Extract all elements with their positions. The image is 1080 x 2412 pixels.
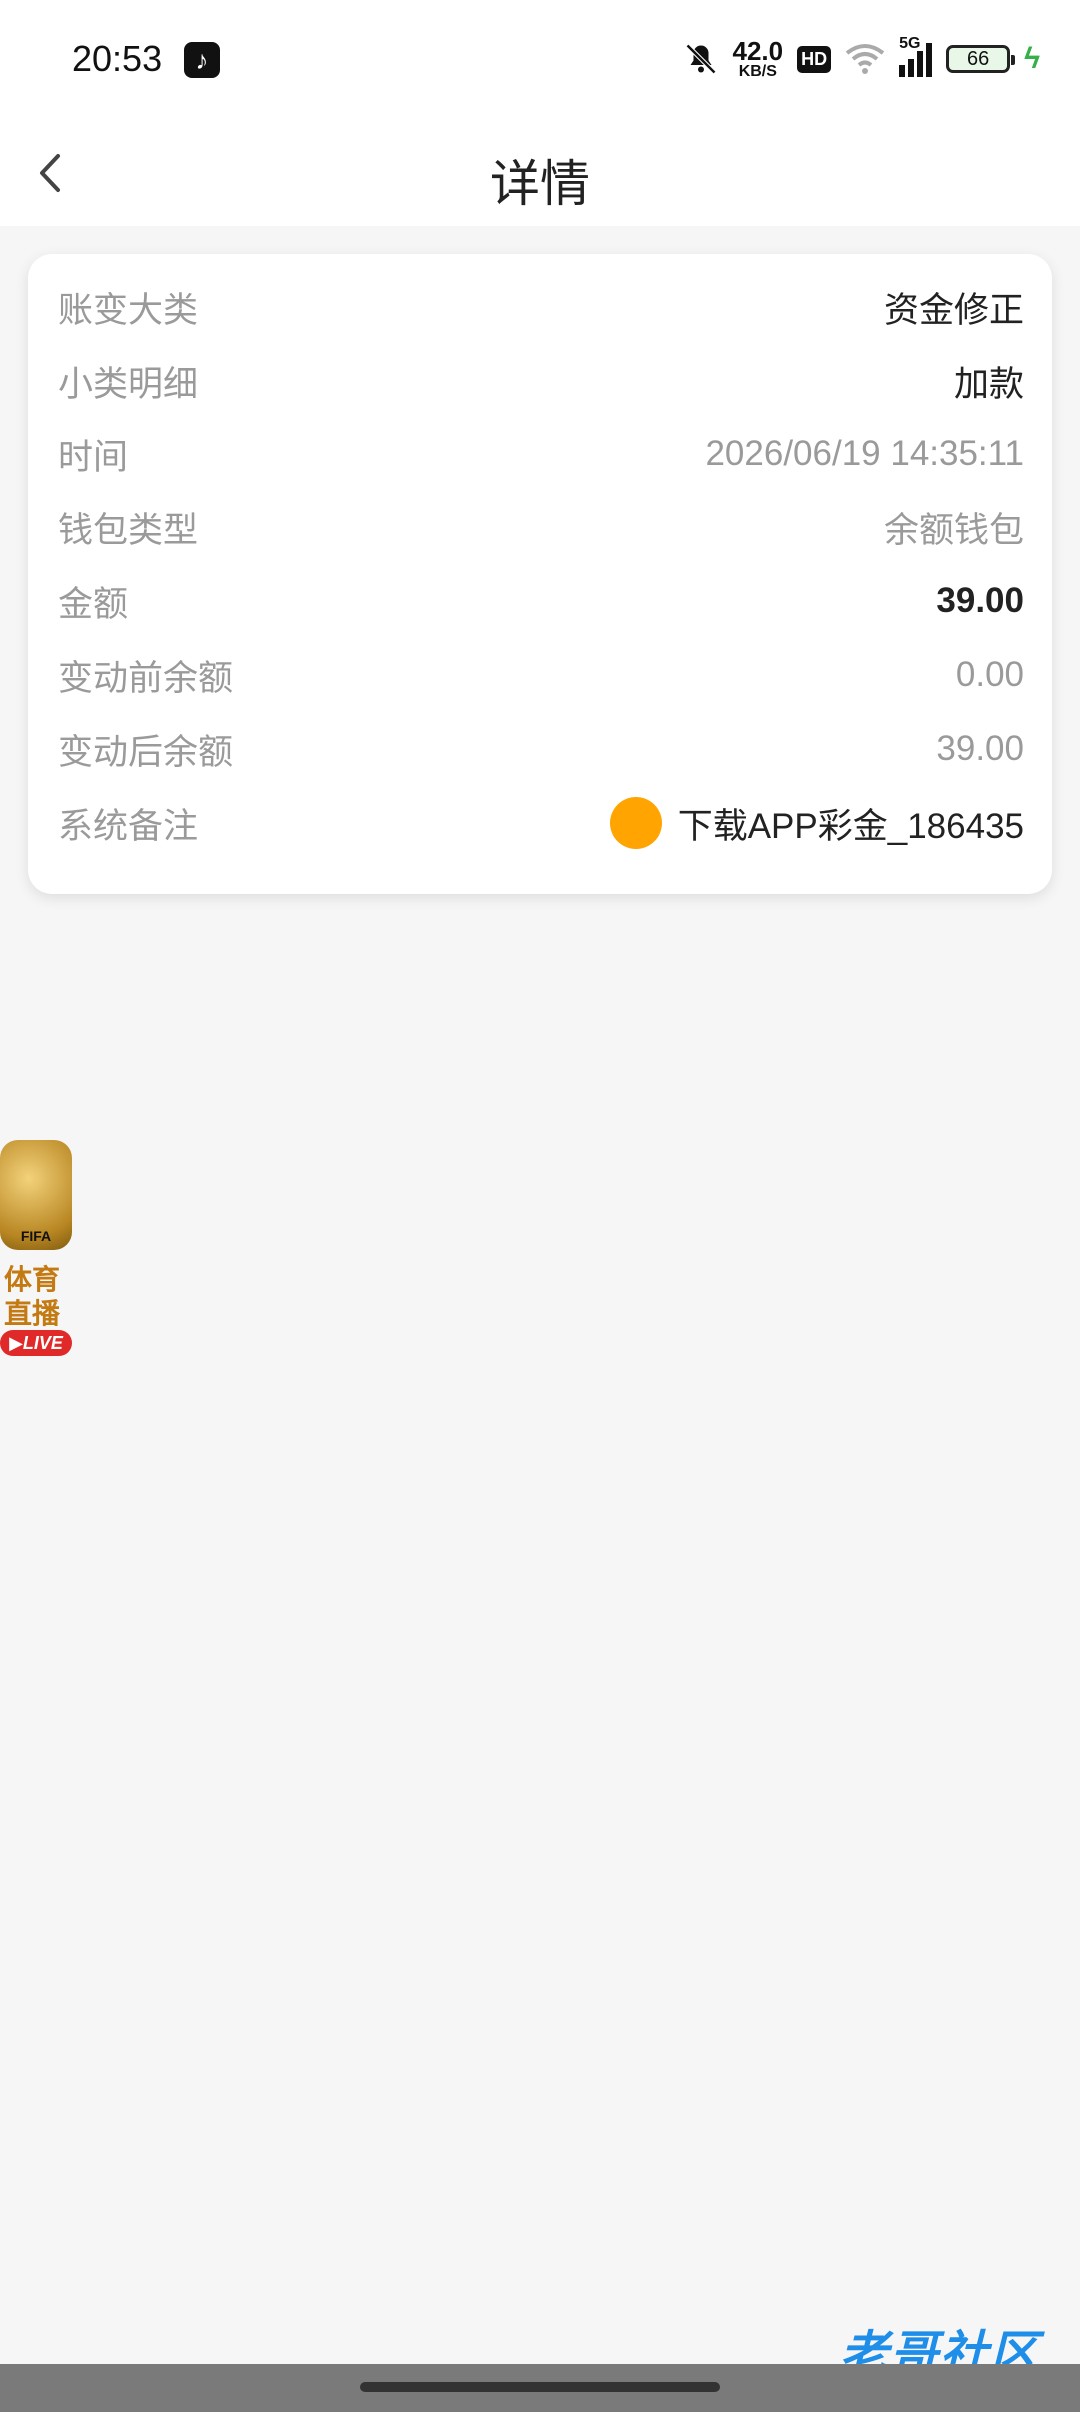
detail-label: 账变大类: [58, 290, 199, 330]
detail-row-balance-before: 变动前余额 0.00: [58, 645, 1024, 705]
tiktok-icon: ♪: [184, 42, 220, 78]
detail-value: 余额钱包: [883, 510, 1024, 550]
detail-row-balance-after: 变动后余额 39.00: [58, 719, 1024, 779]
detail-label: 系统备注: [58, 806, 199, 846]
network-speed-unit: KB/S: [738, 63, 777, 80]
status-bar: 20:53 ♪ 42.0 KB/S HD 5G 66 ϟ: [0, 0, 1080, 120]
mute-bell-icon: [685, 43, 716, 75]
wifi-icon: [845, 44, 885, 74]
live-label: LIVE: [22, 1333, 63, 1353]
signal-5g-label: 5G: [899, 35, 921, 52]
detail-label: 时间: [58, 437, 129, 477]
detail-value: 0.00: [955, 655, 1024, 694]
signal-bar: [908, 59, 915, 77]
float-badge-line2: 直播: [4, 1298, 61, 1329]
detail-row-remark: 系统备注 下载APP彩金_186435: [58, 793, 1024, 853]
orange-dot-icon: [609, 797, 662, 849]
network-speed-value: 42.0: [732, 36, 784, 66]
detail-value: 39.00: [936, 581, 1024, 620]
detail-label: 钱包类型: [58, 510, 199, 550]
hd-badge: HD: [797, 45, 832, 73]
network-speed: 42.0 KB/S: [733, 38, 784, 80]
signal-bar: [899, 65, 906, 77]
cellular-signal: 5G: [899, 35, 933, 77]
fifa-label: FIFA: [20, 1228, 52, 1244]
detail-value: 资金修正: [883, 290, 1024, 330]
sports-live-float-button[interactable]: FIFA 体育 直播 ▶LIVE: [0, 1140, 74, 1362]
detail-row-time: 时间 2026/06/19 14:35:11: [58, 424, 1024, 484]
detail-value: 2026/06/19 14:35:11: [705, 434, 1024, 473]
page-title: 详情: [490, 156, 590, 212]
detail-value: 下载APP彩金_186435: [677, 806, 1024, 846]
app-header: 详情: [0, 120, 1080, 226]
detail-value: 加款: [953, 364, 1024, 404]
detail-label: 金额: [58, 584, 129, 624]
detail-row-amount: 金额 39.00: [58, 571, 1024, 631]
detail-row-category: 账变大类 资金修正: [58, 277, 1024, 337]
status-time: 20:53: [72, 38, 163, 79]
detail-label: 变动后余额: [58, 732, 234, 772]
detail-label: 小类明细: [58, 364, 199, 404]
status-indicators: 42.0 KB/S HD 5G 66 ϟ: [683, 34, 1040, 84]
detail-card: 账变大类 资金修正 小类明细 加款 时间 2026/06/19 14:35:11…: [28, 254, 1052, 894]
detail-row-wallet-type: 钱包类型 余额钱包: [58, 497, 1024, 557]
system-nav-bar: [0, 2364, 1080, 2412]
play-icon: ▶: [9, 1333, 23, 1353]
detail-remark-value: 下载APP彩金_186435: [609, 797, 1024, 849]
signal-bar: [917, 51, 924, 77]
battery-icon: 66: [946, 45, 1016, 73]
live-badge: ▶LIVE: [0, 1330, 72, 1356]
detail-value: 39.00: [936, 729, 1024, 768]
home-indicator[interactable]: [360, 2382, 720, 2392]
signal-bar: [926, 43, 933, 77]
detail-row-subcategory: 小类明细 加款: [58, 351, 1024, 411]
charging-bolt-icon: ϟ: [1024, 42, 1040, 75]
detail-label: 变动前余额: [58, 658, 234, 698]
